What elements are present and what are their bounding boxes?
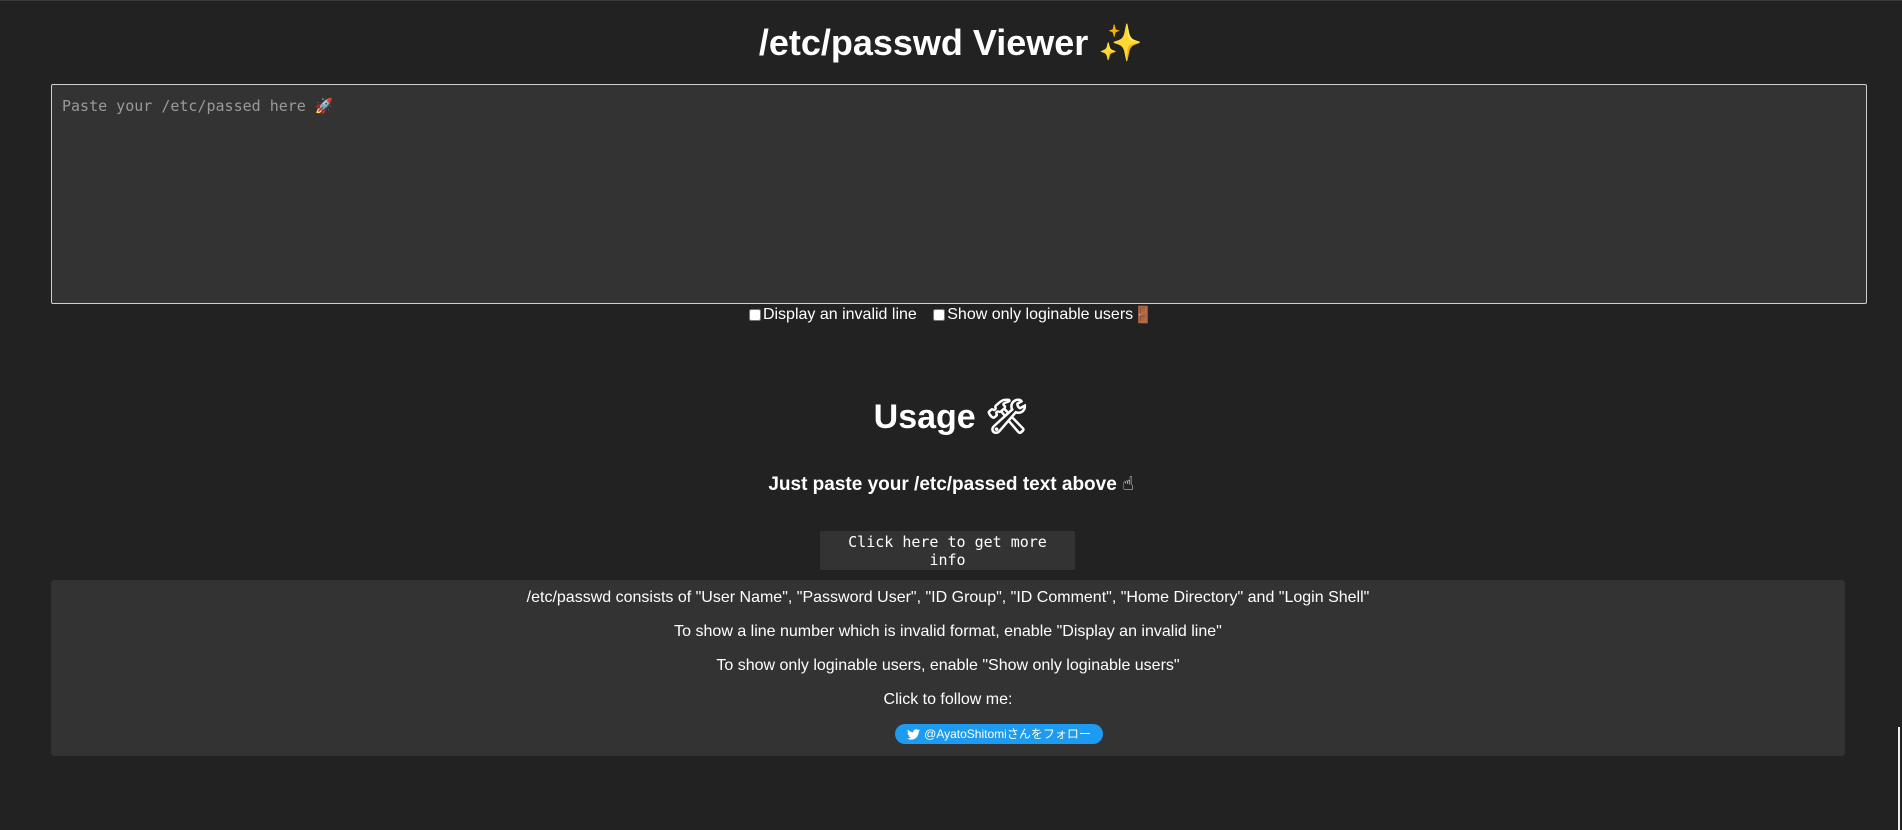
invalid-line-option[interactable]: Display an invalid line [748,305,917,325]
usage-subtitle: Just paste your /etc/passed text above ☝ [0,472,1902,497]
info-line-invalid: To show a line number which is invalid f… [674,623,1222,640]
usage-title: Usage 🛠 [0,392,1902,442]
info-line-loginable: To show only loginable users, enable "Sh… [716,657,1180,674]
twitter-bird-icon [907,728,921,740]
usage-title-text: Usage [873,398,976,436]
scrollbar-edge[interactable] [1898,727,1900,830]
info-panel: /etc/passwd consists of "User Name", "Pa… [51,580,1845,756]
page-title: /etc/passwd Viewer ✨ [0,20,1902,67]
info-line-format: /etc/passwd consists of "User Name", "Pa… [526,589,1370,606]
door-icon: 🚪 [1133,305,1154,324]
loginable-option[interactable]: Show only loginable users 🚪 [933,305,1153,325]
options-row: Display an invalid line Show only logina… [0,305,1902,327]
sparkles-icon: ✨ [1098,23,1144,64]
loginable-checkbox[interactable] [933,309,946,321]
twitter-follow-button[interactable]: @AyatoShitomiさんをフォロー [895,724,1103,744]
usage-subtitle-text: Just paste your /etc/passed text above [768,474,1117,495]
info-line-follow: Click to follow me: [883,691,1013,708]
invalid-line-checkbox[interactable] [748,309,761,321]
hammer-wrench-icon: 🛠 [985,397,1029,437]
loginable-label: Show only loginable users [947,306,1134,323]
page-title-text: /etc/passwd Viewer [758,22,1089,63]
follow-label: @AyatoShitomiさんをフォロー [924,727,1091,741]
passwd-input[interactable] [51,84,1867,304]
invalid-line-label: Display an invalid line [762,306,917,323]
top-border [0,0,1902,1]
more-info-button[interactable]: Click here to get more info [820,531,1075,570]
pointing-up-icon: ☝ [1122,473,1134,495]
